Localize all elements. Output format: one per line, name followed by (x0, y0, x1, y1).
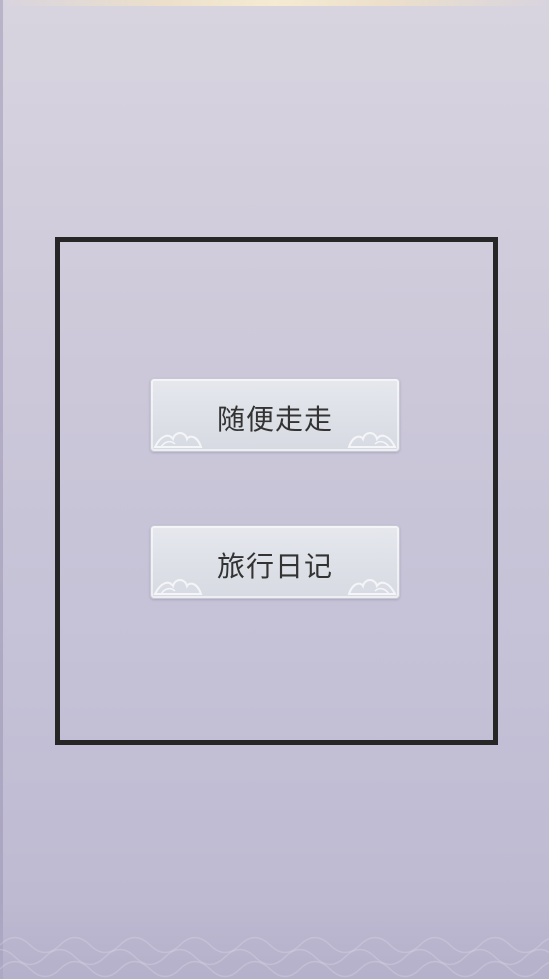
travel-diary-button[interactable]: 旅行日记 (150, 525, 400, 599)
wave-pattern-graphic (0, 936, 549, 978)
menu-frame (55, 237, 498, 745)
cloud-ornament-icon (153, 579, 203, 595)
bottom-wave-pattern (0, 899, 549, 979)
wander-button[interactable]: 随便走走 (150, 378, 400, 452)
cloud-ornament-icon (347, 432, 397, 448)
top-glow-strip (0, 0, 549, 6)
cloud-ornament-icon (153, 432, 203, 448)
left-edge-strip (0, 0, 3, 979)
cloud-ornament-icon (347, 579, 397, 595)
